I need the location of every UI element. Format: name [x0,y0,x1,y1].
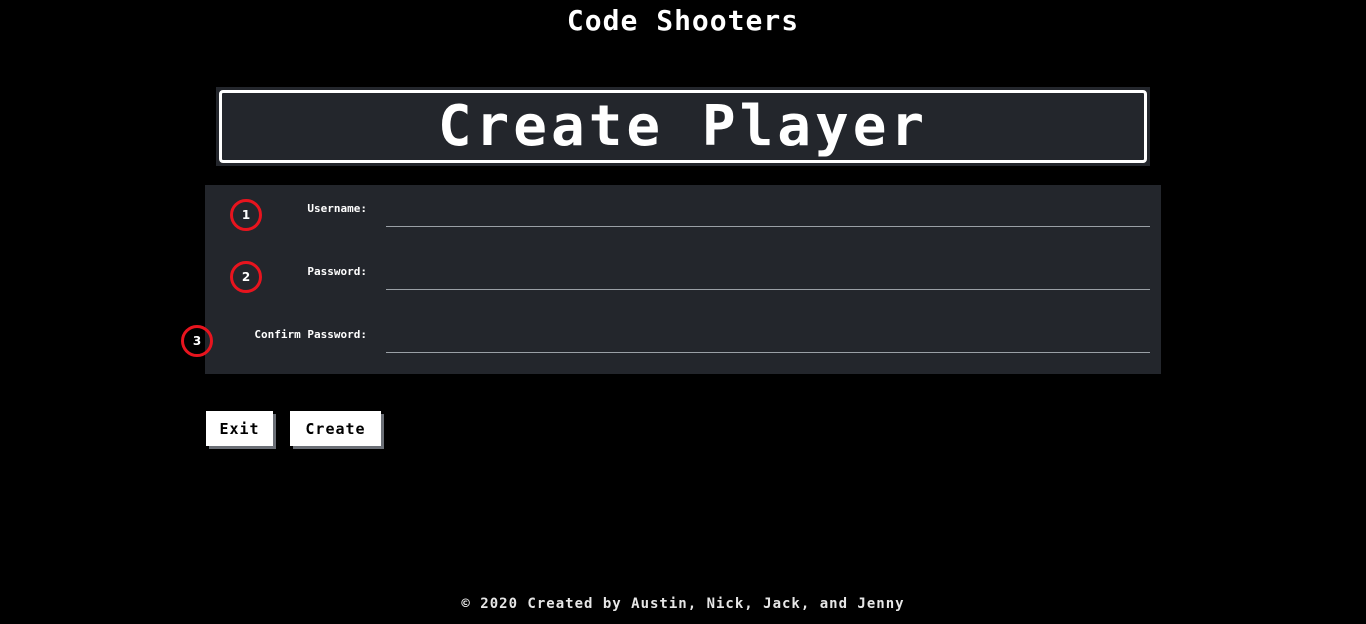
page-title-banner: Create Player [216,87,1150,166]
confirm-password-input[interactable] [386,327,1150,353]
exit-button[interactable]: Exit [206,411,273,446]
password-input[interactable] [386,264,1150,290]
password-row: Password: [205,248,1161,290]
footer-credits: © 2020 Created by Austin, Nick, Jack, an… [461,596,905,612]
annotation-marker-1: 1 [230,199,262,231]
confirm-password-row: Confirm Password: [205,311,1161,353]
page-title: Create Player [219,90,1147,163]
annotation-marker-2: 2 [230,261,262,293]
username-row: Username: [205,185,1161,227]
username-input[interactable] [386,201,1150,227]
create-button[interactable]: Create [290,411,381,446]
annotation-marker-3: 3 [181,325,213,357]
confirm-password-label: Confirm Password: [254,328,367,341]
username-label: Username: [307,202,367,215]
password-label: Password: [307,265,367,278]
app-title: Code Shooters [566,4,800,37]
create-player-form: Username: Password: Confirm Password: [205,185,1161,374]
